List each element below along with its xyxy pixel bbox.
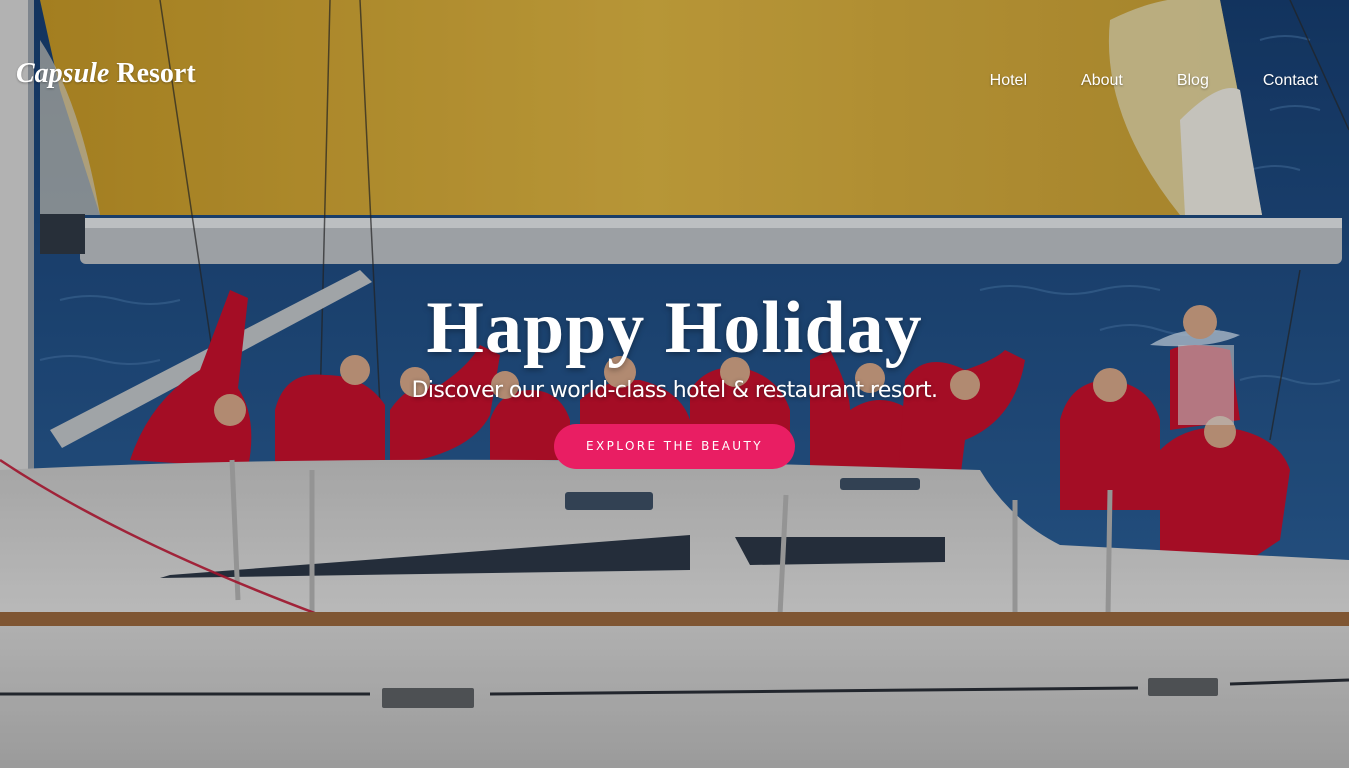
logo-word-italic: Capsule — [16, 58, 110, 89]
hero-section: Capsule Resort Hotel About Blog Contact … — [0, 0, 1349, 768]
logo-word-rest: Resort — [109, 58, 196, 89]
explore-button[interactable]: Explore the beauty — [554, 424, 795, 469]
nav-link-hotel[interactable]: Hotel — [990, 72, 1027, 90]
hero-content: Happy Holiday Discover our world-class h… — [0, 284, 1349, 469]
top-navbar: Capsule Resort Hotel About Blog Contact — [0, 0, 1349, 150]
nav-link-about[interactable]: About — [1081, 72, 1123, 90]
nav-menu: Hotel About Blog Contact — [990, 72, 1318, 90]
site-logo[interactable]: Capsule Resort — [16, 58, 196, 90]
hero-title: Happy Holiday — [426, 287, 923, 369]
hero-subtitle: Discover our world-class hotel & restaur… — [411, 378, 938, 403]
nav-link-blog[interactable]: Blog — [1177, 72, 1209, 90]
nav-link-contact[interactable]: Contact — [1263, 72, 1318, 90]
